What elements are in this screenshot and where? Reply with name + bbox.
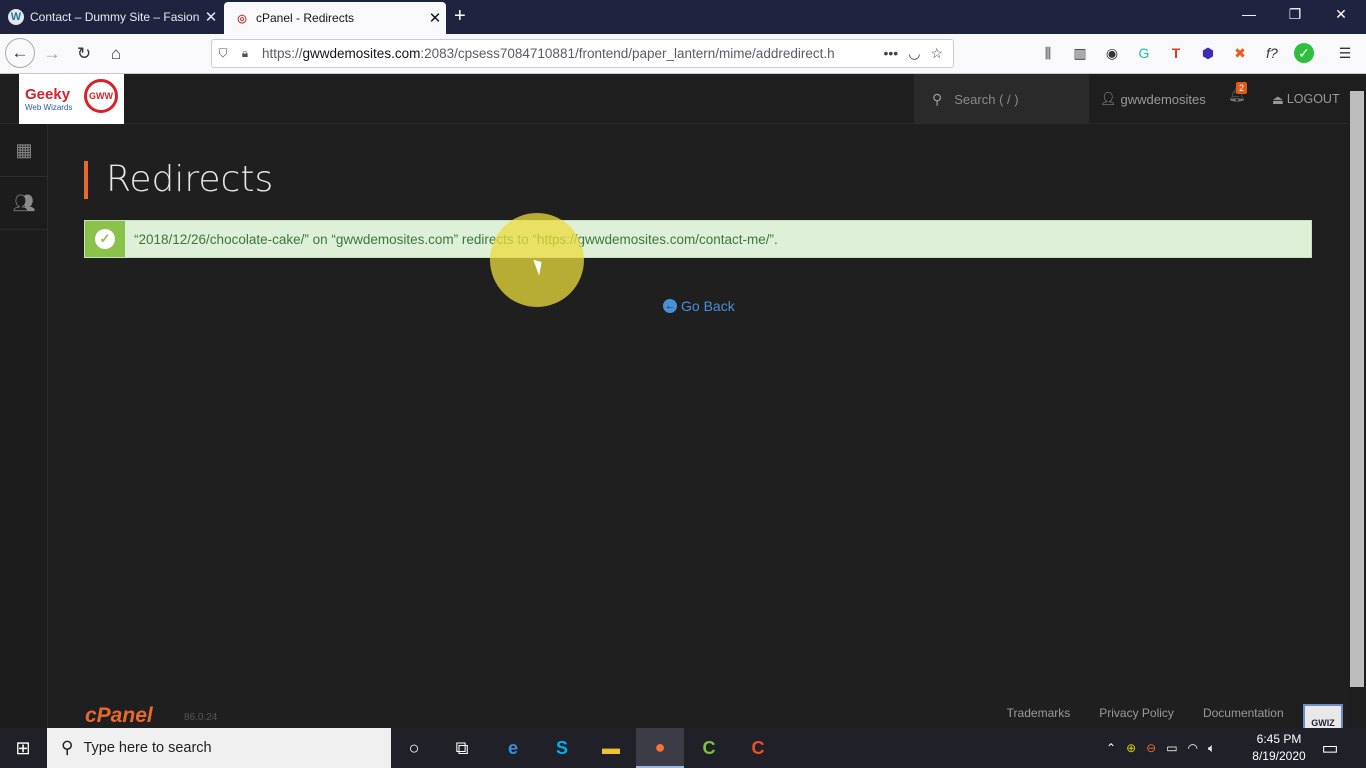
logout-icon: ⏏	[1272, 92, 1284, 107]
users-icon: 👥︎	[12, 192, 36, 213]
check-extension-icon[interactable]: ✓	[1294, 43, 1314, 63]
cortana-icon[interactable]: ○	[390, 728, 438, 768]
skype-icon[interactable]: S	[538, 728, 586, 768]
search-icon: ⚲	[61, 738, 74, 757]
grid-icon: ▦	[15, 139, 33, 160]
file-explorer-icon[interactable]: ▬	[587, 728, 635, 768]
search-placeholder: Search ( / )	[954, 91, 1019, 107]
forward-arrow-icon[interactable]: →	[38, 40, 66, 68]
edge-icon[interactable]: e	[489, 728, 537, 768]
restore-icon[interactable]: ❐	[1280, 6, 1310, 23]
tab-title: cPanel - Redirects	[256, 11, 355, 25]
lock-icon[interactable]: 🔒︎	[234, 46, 256, 61]
firefox-icon[interactable]: ●	[636, 728, 684, 768]
back-arrow-icon[interactable]: ←	[5, 38, 35, 68]
logo-mark-icon: GWW	[84, 79, 118, 113]
camtasia-icon[interactable]: C	[685, 728, 733, 768]
sidebar-item-home[interactable]: ▦	[0, 124, 48, 177]
more-actions-icon[interactable]: •••	[884, 45, 899, 62]
clock-date: 8/19/2020	[1252, 749, 1306, 763]
minimize-icon[interactable]: —	[1234, 6, 1264, 22]
sidebar-icon[interactable]: ▥	[1070, 43, 1090, 63]
logout-label: LOGOUT	[1286, 92, 1340, 106]
url-bar[interactable]: ⛉ 🔒︎ https://gwwdemosites.com:2083/cpses…	[211, 39, 954, 68]
notifications-button[interactable]: 🔔︎ 2	[1228, 82, 1248, 103]
wifi-icon[interactable]: ◠	[1188, 741, 1198, 755]
taskbar-search-box[interactable]: ⚲ Type here to search	[47, 728, 391, 768]
chevron-up-icon[interactable]: ⌃	[1106, 741, 1116, 755]
go-back-link[interactable]: ← Go Back	[663, 298, 735, 314]
tray-plus-icon[interactable]: ⊕	[1126, 741, 1136, 755]
search-icon: ⚲	[932, 90, 943, 107]
page-scrollbar[interactable]	[1348, 74, 1366, 728]
window-close-icon[interactable]: ✕	[1326, 6, 1356, 23]
new-tab-plus-icon[interactable]: +	[454, 5, 466, 28]
footer-links: Trademarks Privacy Policy Documentation …	[1007, 706, 1328, 720]
task-view-icon[interactable]: ⧉	[438, 728, 486, 768]
cpanel-version: 86.0.24	[184, 712, 218, 723]
tab-title: Contact – Dummy Site – Fasion	[30, 10, 200, 24]
close-icon[interactable]: ✕	[424, 9, 446, 27]
tab-contact-dummy-site[interactable]: W Contact – Dummy Site – Fasion ✕	[0, 0, 222, 34]
user-menu[interactable]: 👤︎ gwwdemosites	[1100, 74, 1206, 124]
documentation-link[interactable]: Documentation	[1203, 706, 1284, 720]
battery-icon[interactable]: ▭	[1166, 741, 1177, 755]
windows-start-icon[interactable]: ⊞	[0, 728, 46, 768]
main-content: Redirects ✓ “2018/12/26/chocolate-cake/”…	[49, 124, 1348, 728]
user-icon: 👤︎	[1100, 91, 1117, 106]
bookmark-star-icon[interactable]: ☆	[930, 45, 943, 62]
x-extension-icon[interactable]: ✖	[1230, 43, 1250, 63]
page-title: Redirects	[84, 161, 273, 199]
grammarly-icon[interactable]: G	[1134, 43, 1154, 63]
pocket-icon[interactable]: ◡	[908, 45, 920, 62]
url-text[interactable]: https://gwwdemosites.com:2083/cpsess7084…	[256, 46, 874, 61]
go-back-label: Go Back	[681, 298, 735, 314]
recorder-icon[interactable]: C	[734, 728, 782, 768]
reload-icon[interactable]: ↻	[70, 40, 98, 68]
geeky-web-wizards-logo[interactable]: Geeky Web Wizards GWW	[19, 74, 124, 124]
function-extension-icon[interactable]: f?	[1262, 43, 1282, 63]
alert-message: “2018/12/26/chocolate-cake/” on “gwwdemo…	[134, 231, 778, 247]
sidebar-item-users[interactable]: 👥︎	[0, 177, 48, 230]
privacy-policy-link[interactable]: Privacy Policy	[1099, 706, 1174, 720]
cpanel-header: Geeky Web Wizards GWW ⚲ Search ( / ) 👤︎ …	[0, 74, 1348, 124]
home-icon[interactable]: ⌂	[102, 40, 130, 68]
cpanel-icon: ◎	[237, 12, 247, 25]
taskbar-search-placeholder: Type here to search	[83, 740, 212, 756]
tray-minus-icon[interactable]: ⊖	[1146, 741, 1156, 755]
menu-icon[interactable]: ☰	[1335, 43, 1355, 63]
hexagon-extension-icon[interactable]: ⬢	[1198, 43, 1218, 63]
close-icon[interactable]: ✕	[200, 8, 222, 26]
cpanel-footer-logo: cPanel	[85, 704, 153, 727]
browser-toolbar: ← → ↻ ⌂ ⛉ 🔒︎ https://gwwdemosites.com:20…	[0, 34, 1366, 74]
username: gwwdemosites	[1120, 91, 1206, 107]
tab-cpanel-redirects[interactable]: ◎ cPanel - Redirects ✕	[224, 2, 446, 34]
notification-badge: 2	[1236, 82, 1248, 94]
clock-time: 6:45 PM	[1256, 732, 1302, 746]
wordpress-icon: W	[8, 9, 24, 25]
search-field[interactable]: ⚲ Search ( / )	[914, 74, 1089, 124]
windows-taskbar: ⊞ ⚲ Type here to search ○ ⧉ e S ▬ ● C C …	[0, 728, 1366, 768]
t-extension-icon[interactable]: T	[1166, 43, 1186, 63]
taskbar-clock[interactable]: 6:45 PM 8/19/2020	[1248, 731, 1310, 765]
arrow-left-circle-icon: ←	[663, 299, 677, 313]
success-alert: ✓ “2018/12/26/chocolate-cake/” on “gwwde…	[84, 220, 1312, 258]
system-tray: ⌃ ⊕ ⊖ ▭ ◠ 🔈︎	[1106, 728, 1215, 768]
logout-button[interactable]: ⏏ LOGOUT	[1272, 74, 1340, 124]
action-center-icon[interactable]: ▭	[1310, 728, 1350, 768]
scrollbar-thumb[interactable]	[1350, 91, 1364, 687]
library-icon[interactable]: ⫼	[1038, 43, 1058, 63]
volume-icon[interactable]: 🔈︎	[1208, 741, 1215, 756]
trademarks-link[interactable]: Trademarks	[1007, 706, 1071, 720]
browser-tab-strip: W Contact – Dummy Site – Fasion ✕ ◎ cPan…	[0, 0, 1366, 34]
cpanel-sidebar: ▦ 👥︎	[0, 124, 48, 728]
success-check-icon: ✓	[85, 221, 125, 257]
account-icon[interactable]: ◉	[1102, 43, 1122, 63]
shield-icon[interactable]: ⛉	[212, 46, 234, 61]
